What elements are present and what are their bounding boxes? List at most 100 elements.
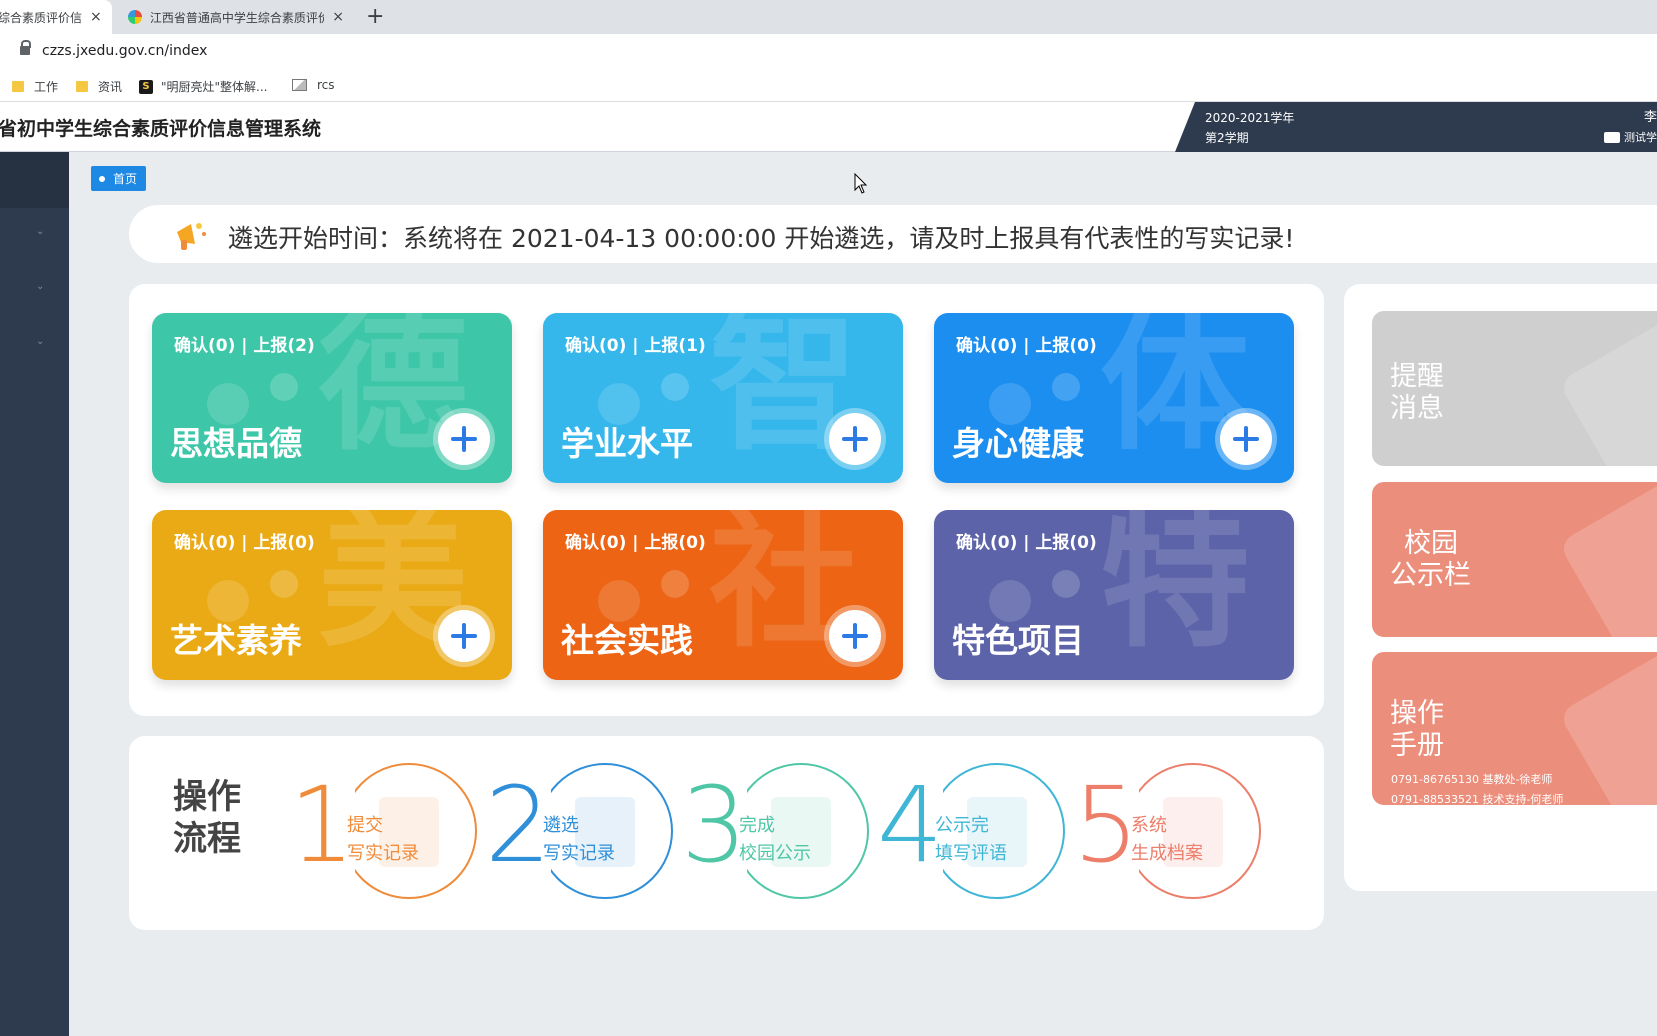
bookmark-label: 资讯	[98, 80, 123, 94]
category-card-health[interactable]: 体 确认(0) | 上报(0) 身心健康	[934, 313, 1294, 483]
decor-bubble	[661, 373, 689, 401]
step-label: 填写评语	[935, 843, 1007, 864]
image-icon	[292, 79, 307, 91]
side-card-title: 提醒 消息	[1390, 361, 1444, 424]
decor-bubble	[661, 570, 689, 598]
browser-tab-active[interactable]: 综合素质评价信息 ×	[0, 0, 112, 34]
folder-icon	[12, 81, 24, 92]
process-step-2: 2 遴选 写实记录	[485, 763, 685, 903]
decor-bubble	[1052, 373, 1080, 401]
add-icon[interactable]	[829, 610, 881, 662]
card-title: 社会实践	[561, 621, 693, 660]
card-stats: 确认(0) | 上报(0)	[174, 533, 315, 553]
close-icon[interactable]: ×	[332, 9, 344, 25]
category-card-arts[interactable]: 美 确认(0) | 上报(0) 艺术素养	[152, 510, 512, 680]
bookmark-item[interactable]: rcs	[292, 78, 335, 92]
bookmark-item[interactable]: 资讯	[76, 78, 122, 95]
process-step-4: 4 公示完 填写评语	[877, 763, 1077, 903]
notice-bar: 遴选开始时间：系统将在 2021-04-13 00:00:00 开始遴选，请及时…	[129, 205, 1657, 263]
app-header: 省初中学生综合素质评价信息管理系统 2020-2021学年 第2学期 李 测试学	[0, 102, 1657, 152]
process-panel: 操作流程 1 提交 写实记录 2 遴选 写实记录 3 完成 校园公示 4 公示完…	[129, 736, 1324, 930]
tab-title: 江西省普通高中学生综合素质评价	[149, 10, 325, 25]
card-title: 学业水平	[561, 424, 693, 463]
sidebar-top	[0, 152, 69, 208]
add-icon[interactable]	[1220, 413, 1272, 465]
process-step-1: 1 提交 写实记录	[289, 763, 489, 903]
tab-title: 综合素质评价信息	[0, 10, 82, 25]
contact-line: 0791-88533521 技术支持-何老师	[1391, 793, 1564, 805]
sidebar: ⌄ ⌄ ⌄	[0, 152, 69, 1036]
term-panel: 2020-2021学年 第2学期 李 测试学	[1175, 102, 1657, 152]
book-icon	[1558, 652, 1657, 805]
contact-line: 0791-86765130 基教处-徐老师	[1391, 773, 1553, 786]
breadcrumb-label: 首页	[113, 172, 138, 186]
folder-icon	[76, 81, 88, 92]
decor-bubble	[1052, 570, 1080, 598]
school-year: 2020-2021学年	[1205, 111, 1295, 125]
user-name[interactable]: 李	[1644, 106, 1657, 125]
document-icon	[1558, 482, 1657, 637]
browser-tab[interactable]: 江西省普通高中学生综合素质评价 ×	[118, 0, 354, 34]
browser-tab-bar: 综合素质评价信息 × 江西省普通高中学生综合素质评价 × +	[0, 0, 1657, 34]
bookmark-item[interactable]: 工作	[12, 78, 58, 95]
mouse-cursor-icon	[854, 173, 868, 194]
notice-text: 遴选开始时间：系统将在 2021-04-13 00:00:00 开始遴选，请及时…	[228, 224, 1295, 253]
lock-icon[interactable]	[20, 40, 31, 55]
app-title: 省初中学生综合素质评价信息管理系统	[0, 118, 322, 140]
side-card-title: 操作 手册	[1390, 698, 1444, 761]
card-watermark: 特	[1099, 510, 1250, 668]
add-icon[interactable]	[438, 610, 490, 662]
step-label: 系统	[1131, 815, 1167, 836]
step-number: 1	[289, 764, 356, 886]
step-label: 生成档案	[1131, 843, 1203, 864]
user-manual-card[interactable]: 操作 手册 0791-86765130 基教处-徐老师 0791-88533521…	[1372, 652, 1657, 805]
step-label: 写实记录	[543, 843, 615, 864]
dot-icon	[99, 175, 105, 182]
megaphone-icon	[177, 223, 206, 250]
step-label: 遴选	[543, 815, 579, 836]
category-card-special[interactable]: 特 确认(0) | 上报(0) 特色项目	[934, 510, 1294, 680]
step-number: 3	[681, 764, 748, 886]
url-text[interactable]: czzs.jxedu.gov.cn/index	[42, 43, 207, 59]
step-label: 公示完	[935, 815, 989, 836]
chevron-down-icon[interactable]: ⌄	[36, 226, 46, 237]
campus-bulletin-card[interactable]: 校园 公示栏	[1372, 482, 1657, 637]
card-title: 身心健康	[952, 424, 1084, 463]
s-icon: S	[139, 79, 153, 94]
breadcrumb-home[interactable]: 首页	[91, 166, 147, 191]
card-stats: 确认(0) | 上报(2)	[174, 336, 315, 356]
bookmark-label: "明厨亮灶"整体解...	[161, 80, 268, 94]
step-label: 提交	[347, 815, 383, 836]
category-card-academic[interactable]: 智 确认(0) | 上报(1) 学业水平	[543, 313, 903, 483]
step-number: 2	[485, 764, 552, 886]
add-icon[interactable]	[829, 413, 881, 465]
category-card-social[interactable]: 社 确认(0) | 上报(0) 社会实践	[543, 510, 903, 680]
reminder-messages-card[interactable]: 提醒 消息	[1372, 311, 1657, 466]
process-step-5: 5 系统 生成档案	[1073, 763, 1273, 903]
chevron-down-icon[interactable]: ⌄	[36, 281, 46, 292]
bookmark-item[interactable]: S "明厨亮灶"整体解...	[139, 78, 267, 95]
process-title: 操作流程	[173, 777, 241, 859]
decor-bubble	[270, 570, 298, 598]
new-tab-button[interactable]: +	[366, 4, 384, 29]
step-label: 写实记录	[347, 843, 419, 864]
bookmark-label: rcs	[317, 78, 335, 92]
card-stats: 确认(0) | 上报(0)	[565, 533, 706, 553]
step-label: 校园公示	[739, 843, 811, 864]
step-number: 5	[1073, 764, 1140, 886]
card-title: 艺术素养	[170, 621, 302, 660]
message-icon	[1558, 317, 1657, 466]
id-card-icon	[1604, 131, 1620, 143]
card-stats: 确认(0) | 上报(1)	[565, 336, 706, 356]
user-role[interactable]: 测试学	[1604, 129, 1657, 145]
category-card-moral[interactable]: 德 确认(0) | 上报(2) 思想品德	[152, 313, 512, 483]
step-number: 4	[877, 764, 944, 886]
step-label: 完成	[739, 815, 775, 836]
card-stats: 确认(0) | 上报(0)	[956, 533, 1097, 553]
add-icon[interactable]	[438, 413, 490, 465]
address-bar[interactable]: czzs.jxedu.gov.cn/index	[0, 34, 1657, 70]
user-role-label: 测试学	[1624, 131, 1657, 144]
chevron-down-icon[interactable]: ⌄	[36, 336, 46, 347]
card-title: 特色项目	[952, 621, 1084, 660]
close-icon[interactable]: ×	[90, 9, 102, 25]
